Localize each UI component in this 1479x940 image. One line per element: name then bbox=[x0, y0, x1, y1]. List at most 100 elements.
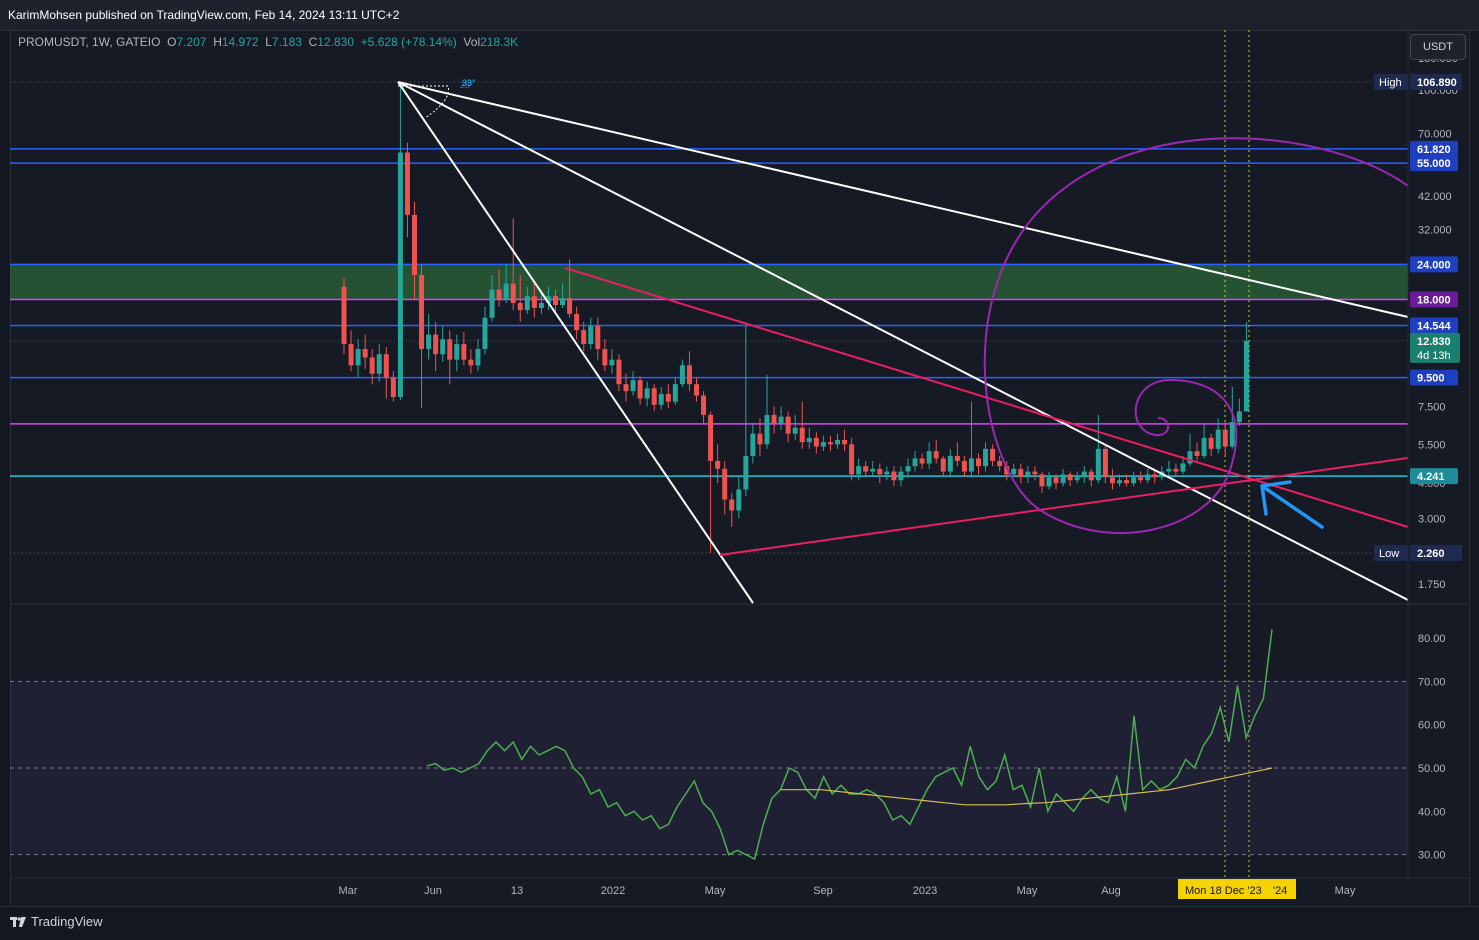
time-tick-label: Mar bbox=[339, 885, 358, 897]
fan-angle-label-b: 33° bbox=[462, 78, 476, 88]
candle bbox=[736, 477, 742, 519]
candle bbox=[419, 264, 425, 409]
candle bbox=[877, 463, 883, 484]
candle-body bbox=[355, 349, 361, 366]
candle bbox=[990, 444, 996, 467]
candle-body bbox=[1046, 477, 1052, 487]
currency-button[interactable]: USDT bbox=[1410, 34, 1466, 60]
candle bbox=[764, 375, 770, 449]
fan-line-mid bbox=[397, 81, 1409, 601]
candle bbox=[651, 384, 657, 412]
level-label: 14.544 bbox=[1417, 321, 1452, 333]
candle-body bbox=[665, 394, 671, 402]
rsi-tick-label: 30.00 bbox=[1418, 850, 1446, 862]
candle-body bbox=[757, 433, 763, 445]
symbol-name[interactable]: PROMUSDT, 1W, GATEIO bbox=[18, 35, 160, 49]
time-tick-label: Sep bbox=[813, 885, 833, 897]
candle-body bbox=[658, 394, 664, 405]
candle bbox=[771, 406, 777, 434]
vol-label: Vol bbox=[463, 35, 481, 49]
candle bbox=[997, 455, 1003, 472]
candle-body bbox=[574, 313, 580, 331]
high-badge-label: High bbox=[1379, 77, 1402, 89]
candle-body bbox=[1109, 477, 1115, 484]
candle-body bbox=[510, 283, 516, 303]
candle bbox=[722, 460, 728, 515]
candle bbox=[475, 339, 481, 372]
candle-body bbox=[503, 283, 509, 300]
candle-body bbox=[1102, 448, 1108, 478]
candle bbox=[376, 344, 382, 382]
tradingview-logo[interactable]: TradingView bbox=[10, 914, 103, 929]
level-label: 55.000 bbox=[1417, 158, 1451, 170]
candle-body bbox=[440, 339, 446, 355]
candle-body bbox=[870, 468, 876, 472]
candle-body bbox=[369, 357, 375, 374]
arrow-icon bbox=[1260, 480, 1324, 529]
candle bbox=[658, 386, 664, 410]
candle-body bbox=[482, 317, 488, 350]
candle bbox=[1201, 423, 1207, 459]
candle-body bbox=[919, 458, 925, 464]
candle-body bbox=[1180, 463, 1186, 472]
candle bbox=[440, 325, 446, 362]
candle-body bbox=[616, 359, 622, 385]
candle bbox=[1102, 444, 1108, 484]
candle-body bbox=[397, 152, 403, 398]
price-chart[interactable]: 23°33°130.000100.00070.00042.00032.0007.… bbox=[0, 0, 1479, 939]
candle-body bbox=[1081, 471, 1087, 478]
candle-body bbox=[433, 334, 439, 355]
candle-body bbox=[1236, 411, 1242, 423]
candle-body bbox=[595, 325, 601, 350]
candle-body bbox=[419, 275, 425, 350]
candle-body bbox=[715, 460, 721, 469]
candle bbox=[870, 460, 876, 478]
candle-body bbox=[383, 354, 389, 378]
high-label: H bbox=[213, 35, 222, 49]
candle bbox=[1067, 471, 1073, 487]
candle-body bbox=[708, 414, 714, 461]
candle-body bbox=[961, 460, 967, 472]
time-tick-label: May bbox=[1017, 885, 1038, 897]
candle-body bbox=[842, 439, 848, 445]
candle-body bbox=[1138, 477, 1144, 481]
candle-body bbox=[1194, 451, 1200, 456]
candle-body bbox=[856, 466, 862, 475]
candle-body bbox=[1208, 437, 1214, 449]
candle-body bbox=[686, 365, 692, 385]
candle bbox=[630, 371, 636, 396]
level-label: 9.500 bbox=[1417, 373, 1445, 385]
candle bbox=[729, 492, 735, 527]
candle-body bbox=[468, 359, 474, 366]
candle-body bbox=[905, 466, 911, 472]
rsi-tick-label: 60.00 bbox=[1418, 720, 1446, 732]
price-tick-label: 42.000 bbox=[1418, 191, 1452, 203]
candle-body bbox=[672, 384, 678, 402]
candle bbox=[1025, 466, 1031, 484]
candle bbox=[1243, 322, 1249, 412]
candle bbox=[919, 453, 925, 469]
time-tick-label: May bbox=[705, 885, 726, 897]
candle bbox=[891, 466, 897, 487]
candle-body bbox=[454, 344, 460, 360]
candle-body bbox=[990, 448, 996, 461]
candle bbox=[1095, 414, 1101, 484]
candle-body bbox=[1173, 468, 1179, 472]
candle-body bbox=[1124, 480, 1130, 484]
candle bbox=[362, 334, 368, 369]
countdown-label: 4d 13h bbox=[1417, 350, 1451, 362]
candle bbox=[856, 458, 862, 481]
candle-body bbox=[404, 152, 410, 215]
level-label: 4.241 bbox=[1417, 471, 1445, 483]
candles bbox=[341, 81, 1249, 553]
candle-body bbox=[524, 296, 530, 311]
candle-body bbox=[947, 455, 953, 472]
time-tick-label: 2022 bbox=[601, 885, 625, 897]
candle bbox=[940, 455, 946, 478]
candle bbox=[778, 406, 784, 430]
candle-body bbox=[750, 433, 756, 456]
candle-body bbox=[637, 380, 643, 399]
candle bbox=[355, 339, 361, 378]
price-tick-label: 3.000 bbox=[1418, 513, 1446, 525]
candle bbox=[672, 377, 678, 405]
